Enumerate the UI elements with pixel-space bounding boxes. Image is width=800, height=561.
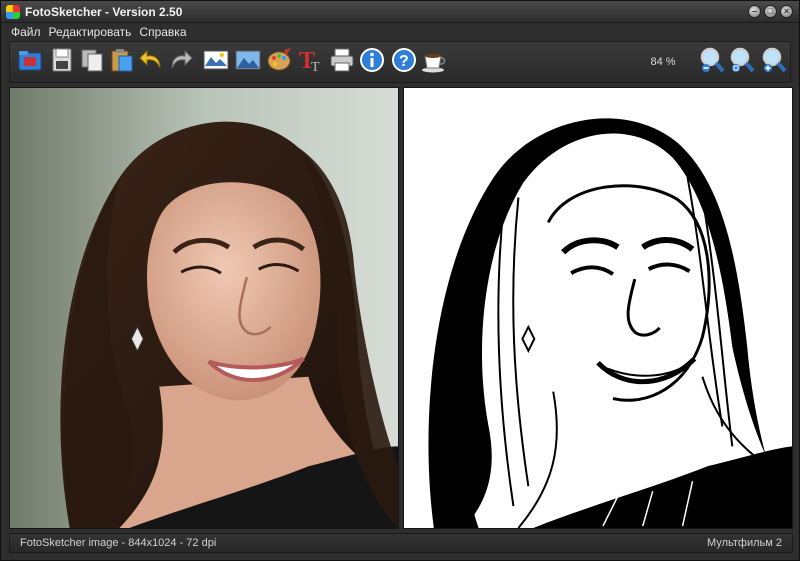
help-button[interactable]: ?: [390, 46, 418, 74]
landscape-icon: [235, 50, 261, 70]
palette-icon: [267, 48, 291, 71]
effect-name: Мультфильм 2: [707, 537, 782, 549]
menu-edit[interactable]: Редактировать: [45, 23, 136, 41]
coffee-icon: [422, 54, 446, 73]
zoom-fit-button[interactable]: [728, 46, 756, 74]
zoom-in-button[interactable]: [760, 46, 788, 74]
copy-icon: [81, 49, 103, 72]
open-folder-icon: [18, 51, 42, 71]
sketch-image-panel[interactable]: [403, 87, 793, 529]
close-button[interactable]: ×: [780, 5, 793, 18]
menu-help[interactable]: Справка: [135, 23, 190, 41]
undo-icon: [139, 49, 161, 69]
text-button[interactable]: T T: [296, 46, 324, 74]
help-icon: ?: [392, 48, 416, 72]
redo-icon: [171, 49, 193, 69]
colors-button[interactable]: [266, 46, 294, 74]
maximize-button[interactable]: □: [764, 5, 777, 18]
original-photo: [10, 88, 398, 528]
sketch-preview: [404, 88, 792, 528]
app-window: FotoSketcher - Version 2.50 – □ × Файл Р…: [0, 0, 800, 561]
window-title: FotoSketcher - Version 2.50: [25, 5, 183, 19]
text-icon: T T: [299, 48, 320, 74]
menu-file[interactable]: Файл: [7, 23, 45, 41]
donate-button[interactable]: [420, 46, 448, 74]
minimize-button[interactable]: –: [748, 5, 761, 18]
image-effect-icon: [203, 50, 229, 70]
undo-button[interactable]: [138, 46, 166, 74]
zoom-level: 84 %: [650, 56, 676, 68]
title-bar[interactable]: FotoSketcher - Version 2.50 – □ ×: [1, 1, 799, 23]
window-controls: – □ ×: [748, 5, 793, 18]
info-icon: [360, 48, 384, 72]
save-icon: [52, 48, 72, 72]
svg-text:T: T: [311, 60, 320, 74]
paste-button[interactable]: [108, 46, 136, 74]
print-icon: [330, 48, 354, 72]
redo-button[interactable]: [166, 46, 194, 74]
zoom-out-icon: [700, 47, 725, 73]
info-button[interactable]: [358, 46, 386, 74]
zoom-out-button[interactable]: [698, 46, 726, 74]
copy-button[interactable]: [78, 46, 106, 74]
status-bar: FotoSketcher image - 844x1024 - 72 dpi М…: [9, 533, 793, 553]
image-button[interactable]: [234, 46, 262, 74]
original-image-panel[interactable]: [9, 87, 399, 529]
zoom-in-icon: [762, 47, 787, 73]
open-button[interactable]: [16, 46, 44, 74]
print-button[interactable]: [328, 46, 356, 74]
app-logo-icon: [6, 5, 20, 19]
menu-bar: Файл Редактировать Справка: [1, 23, 799, 41]
toolbar: T T ? 84 %: [9, 41, 791, 83]
svg-text:?: ?: [399, 53, 409, 70]
paste-icon: [111, 49, 133, 72]
effect-button[interactable]: [202, 46, 230, 74]
image-info: FotoSketcher image - 844x1024 - 72 dpi: [20, 537, 217, 549]
save-button[interactable]: [48, 46, 76, 74]
zoom-fit-icon: [730, 47, 755, 73]
